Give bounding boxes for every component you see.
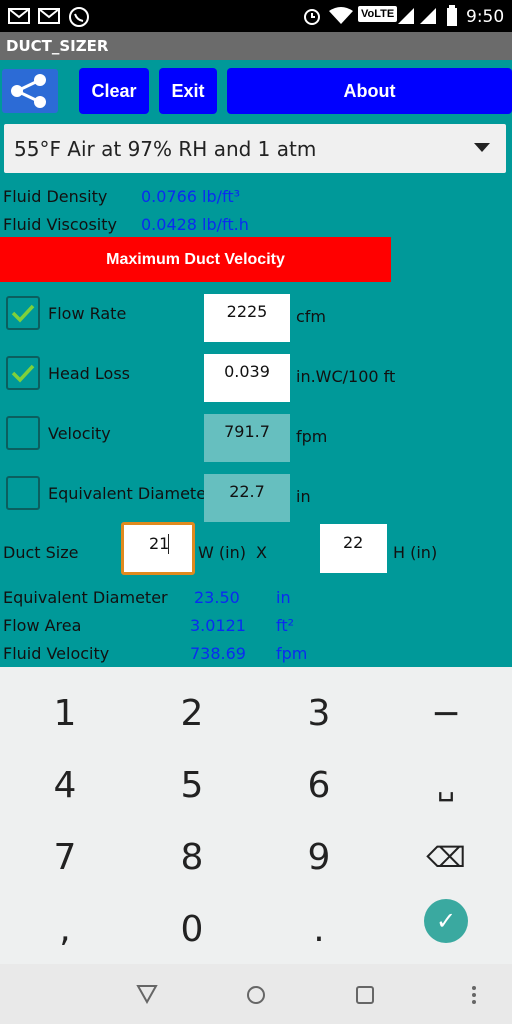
duct-width-unit: W (in) — [198, 543, 246, 562]
recents-icon[interactable] — [355, 985, 375, 1005]
app-title-bar: DUCT_SIZER — [0, 32, 512, 60]
key-period[interactable]: . — [259, 893, 379, 965]
flow-rate-checkbox[interactable] — [6, 296, 40, 330]
dropdown-arrow-icon — [474, 143, 490, 152]
velocity-label: Velocity — [48, 424, 111, 443]
result-fluid-velocity-value: 738.69 — [190, 644, 246, 663]
navigation-bar — [0, 964, 512, 1024]
exit-button[interactable]: Exit — [159, 68, 217, 114]
key-5[interactable]: 5 — [132, 749, 252, 821]
more-icon[interactable] — [470, 984, 478, 1006]
clock: 9:50 — [466, 7, 505, 27]
head-loss-label: Head Loss — [48, 364, 131, 383]
numeric-keypad: 1 2 3 − 4 5 6 ␣ 7 8 9 ⌫ , 0 . ✓ — [0, 667, 512, 964]
key-space[interactable]: ␣ — [386, 749, 506, 821]
signal-icon-2 — [420, 8, 436, 24]
velocity-unit: fpm — [296, 427, 328, 446]
velocity-checkbox[interactable] — [6, 416, 40, 450]
duct-size-label: Duct Size — [3, 543, 79, 562]
share-icon — [11, 74, 46, 108]
about-button[interactable]: About — [227, 68, 512, 114]
whatsapp-icon — [69, 7, 89, 27]
result-flow-area-value: 3.0121 — [190, 616, 246, 635]
flow-rate-label: Flow Rate — [48, 304, 127, 323]
key-2[interactable]: 2 — [132, 677, 252, 749]
key-3[interactable]: 3 — [259, 677, 379, 749]
key-backspace[interactable]: ⌫ — [386, 821, 506, 893]
key-6[interactable]: 6 — [259, 749, 379, 821]
result-fluid-velocity-unit: fpm — [276, 644, 308, 663]
fluid-select[interactable]: 55°F Air at 97% RH and 1 atm — [4, 124, 506, 173]
key-9[interactable]: 9 — [259, 821, 379, 893]
check-icon — [11, 364, 35, 383]
result-fluid-velocity-label: Fluid Velocity — [3, 644, 110, 663]
text-cursor — [168, 534, 169, 554]
duct-size-times: X — [256, 543, 267, 562]
share-button[interactable] — [2, 69, 58, 113]
duct-height-input[interactable]: 22 — [320, 524, 387, 573]
status-bar: VoLTE 9:50 — [0, 0, 512, 32]
equivalent-diameter-output: 22.7 — [204, 474, 290, 522]
key-1[interactable]: 1 — [5, 677, 125, 749]
clear-button[interactable]: Clear — [79, 68, 149, 114]
head-loss-input[interactable]: 0.039 — [204, 354, 290, 402]
result-equivalent-diameter-value: 23.50 — [194, 588, 240, 607]
key-minus[interactable]: − — [386, 677, 506, 749]
key-4[interactable]: 4 — [5, 749, 125, 821]
result-flow-area-label: Flow Area — [3, 616, 82, 635]
duct-height-value: 22 — [343, 533, 364, 552]
battery-icon — [447, 5, 457, 26]
head-loss-checkbox[interactable] — [6, 356, 40, 390]
wifi-icon — [329, 7, 353, 24]
key-done[interactable]: ✓ — [424, 899, 468, 943]
viscosity-value: 0.0428 — [141, 215, 197, 234]
density-unit: lb/ft³ — [202, 187, 241, 206]
duct-height-unit: H (in) — [393, 543, 438, 562]
max-velocity-button[interactable]: Maximum Duct Velocity — [0, 237, 391, 282]
signal-icon — [398, 8, 414, 24]
duct-width-input[interactable]: 21 — [121, 522, 195, 575]
density-value: 0.0766 — [141, 187, 197, 206]
equivalent-diameter-unit: in — [296, 487, 311, 506]
alarm-icon — [304, 9, 320, 25]
result-equivalent-diameter-unit: in — [276, 588, 291, 607]
density-label: Fluid Density — [3, 187, 108, 206]
key-comma[interactable]: , — [5, 893, 125, 965]
volte-badge: VoLTE — [358, 6, 398, 22]
result-flow-area-unit: ft² — [276, 616, 295, 635]
app-title: DUCT_SIZER — [6, 37, 109, 55]
fluid-select-value: 55°F Air at 97% RH and 1 atm — [14, 137, 317, 161]
check-icon — [11, 304, 35, 323]
viscosity-unit: lb/ft.h — [202, 215, 249, 234]
flow-rate-input[interactable]: 2225 — [204, 294, 290, 342]
back-icon[interactable] — [136, 984, 158, 1004]
result-equivalent-diameter-label: Equivalent Diameter — [3, 588, 168, 607]
home-icon[interactable] — [245, 984, 267, 1006]
key-7[interactable]: 7 — [5, 821, 125, 893]
viscosity-label: Fluid Viscosity — [3, 215, 117, 234]
gmail-icon — [8, 8, 30, 24]
equivalent-diameter-checkbox[interactable] — [6, 476, 40, 510]
velocity-output: 791.7 — [204, 414, 290, 462]
equivalent-diameter-label: Equivalent Diameter — [48, 484, 213, 503]
gmail-icon-2 — [38, 8, 60, 24]
key-0[interactable]: 0 — [132, 893, 252, 965]
duct-width-value: 21 — [149, 534, 170, 553]
key-8[interactable]: 8 — [132, 821, 252, 893]
flow-rate-unit: cfm — [296, 307, 327, 326]
head-loss-unit: in.WC/100 ft — [296, 367, 396, 386]
